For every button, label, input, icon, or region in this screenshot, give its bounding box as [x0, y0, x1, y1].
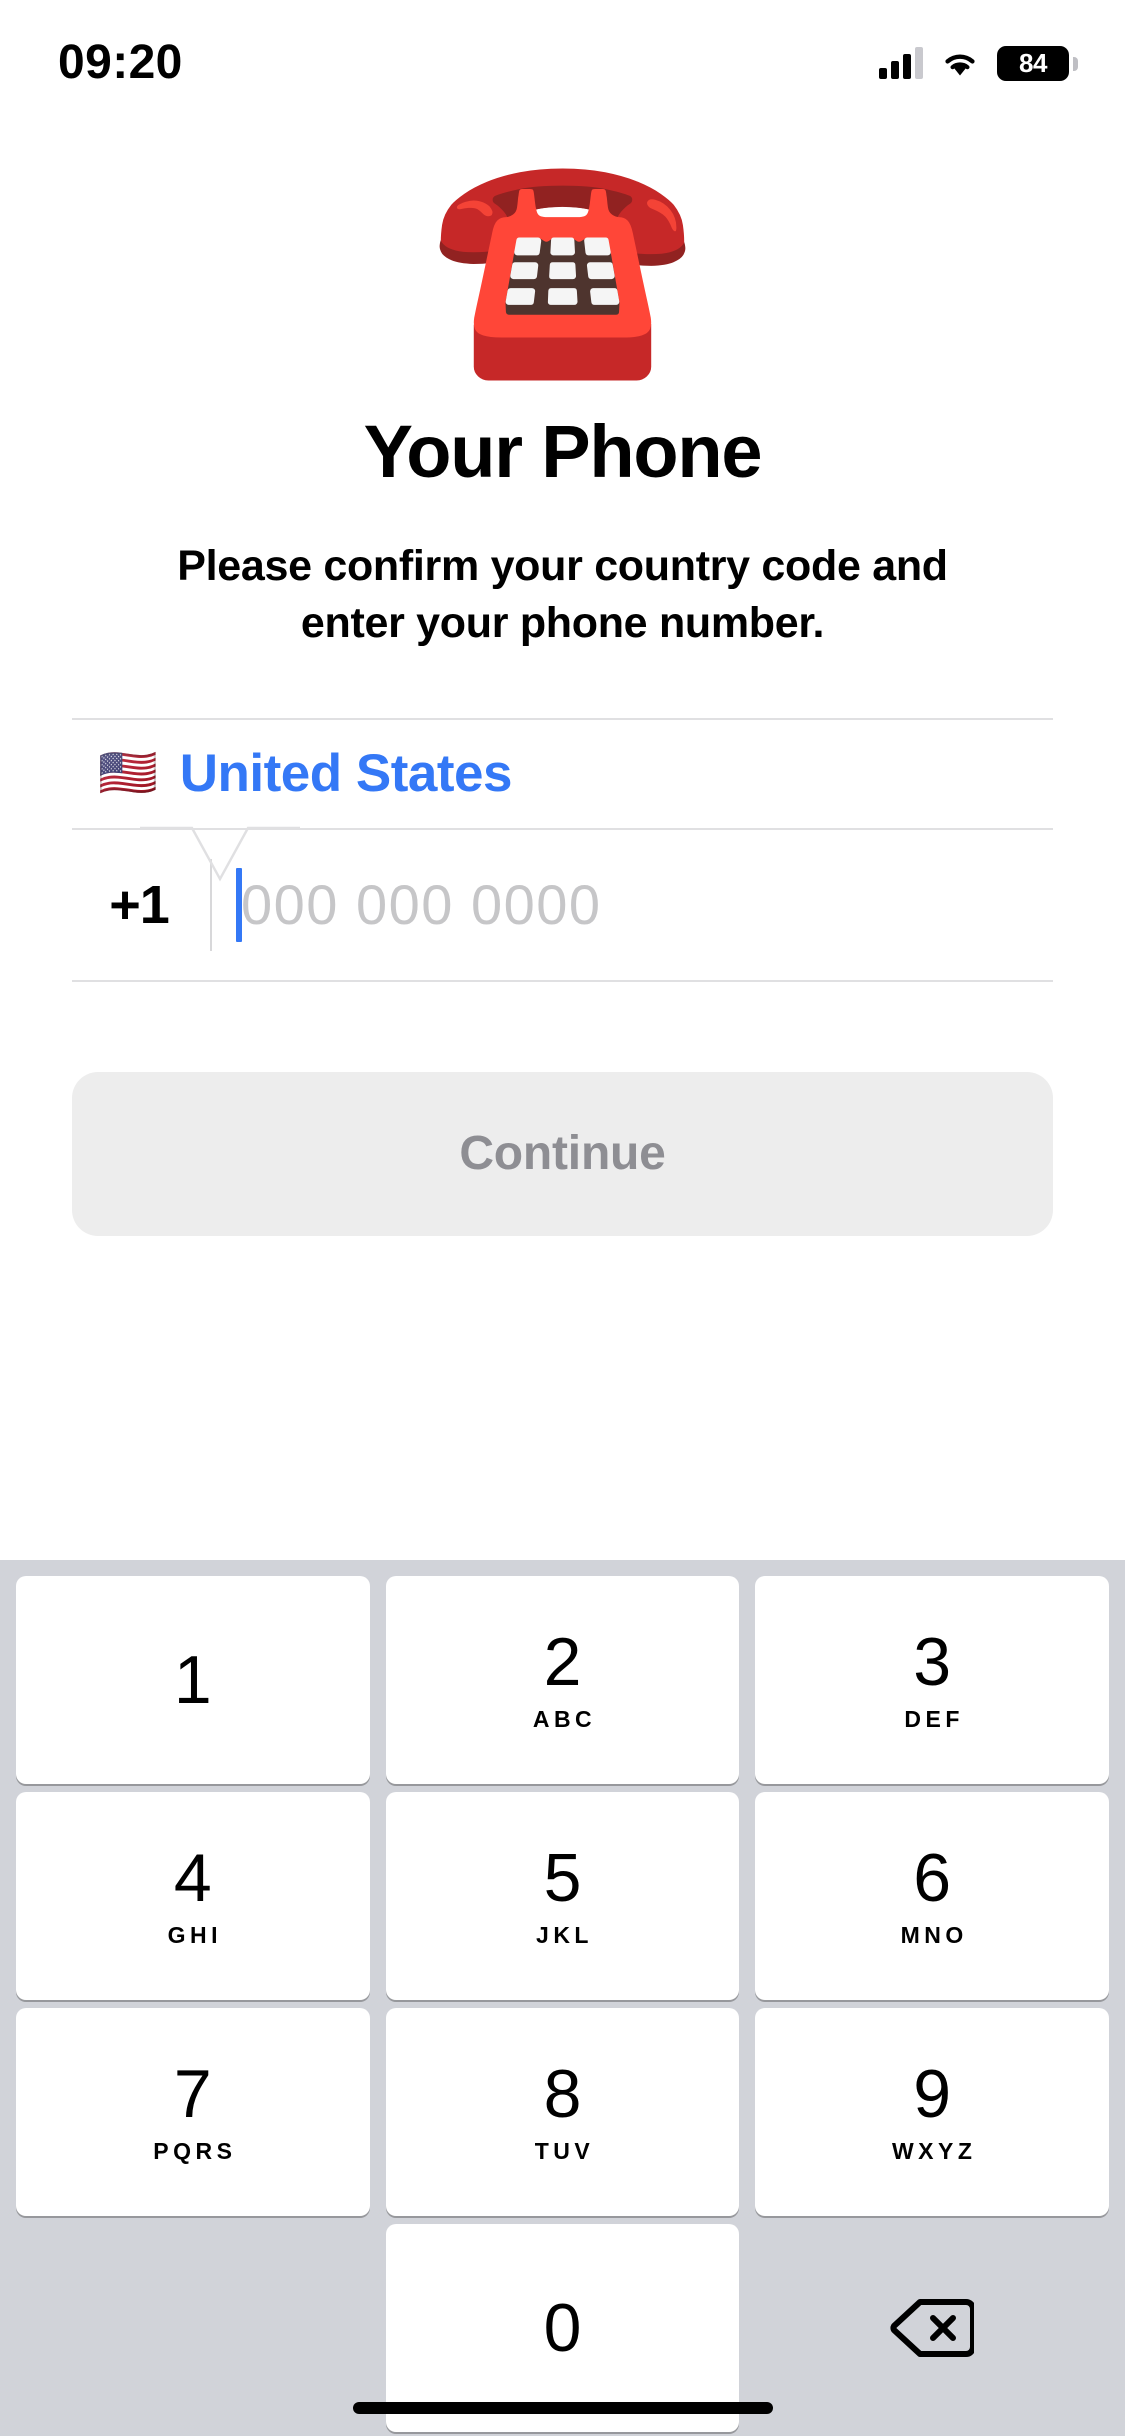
home-indicator: [352, 2402, 773, 2414]
key-8[interactable]: 8 TUV: [385, 2008, 740, 2216]
status-bar-indicators: 84: [879, 38, 1078, 81]
key-blank-spacer: [16, 2224, 370, 2432]
key-letters: DEF: [904, 1705, 964, 1732]
key-1[interactable]: 1: [16, 1576, 370, 1784]
continue-button[interactable]: Continue: [72, 1071, 1053, 1236]
phone-form: 🇺🇸 United States +1 000 000 0000 Continu…: [0, 717, 1125, 1236]
key-2[interactable]: 2 ABC: [385, 1576, 740, 1784]
key-delete[interactable]: [755, 2224, 1109, 2432]
status-bar: 09:20 84: [0, 0, 1125, 118]
key-letters: JKL: [536, 1921, 593, 1948]
key-digit: 1: [173, 1642, 212, 1718]
battery-level-label: 84: [1019, 48, 1047, 78]
wifi-icon: [940, 48, 980, 78]
flag-icon: 🇺🇸: [98, 746, 158, 800]
key-letters: WXYZ: [891, 2137, 977, 2164]
key-6[interactable]: 6 MNO: [755, 1792, 1110, 2000]
key-digit: 2: [543, 1623, 582, 1700]
divider-with-notch: [72, 826, 1053, 882]
page-subtitle: Please confirm your country code and ent…: [177, 541, 948, 647]
key-digit: 0: [543, 2290, 582, 2366]
key-letters: GHI: [167, 1921, 223, 1948]
phone-number-input[interactable]: 000 000 0000: [212, 867, 1053, 942]
country-name-label: United States: [179, 744, 513, 804]
key-digit: 4: [173, 1839, 212, 1916]
signal-bars-icon: [879, 47, 923, 79]
phone-number-entry-screen: 09:20 84 ☎️ Your Phone Please confirm yo…: [0, 0, 1125, 2436]
numeric-keypad: 1 2 ABC 3 DEF 4 GHI 5 JKL 6 MNO 7 PQRS 8…: [0, 1560, 1125, 2436]
key-4[interactable]: 4 GHI: [16, 1792, 370, 2000]
hero-section: ☎️ Your Phone Please confirm your countr…: [0, 118, 1125, 652]
keypad-row: 1 2 ABC 3 DEF: [8, 1576, 1117, 1784]
key-digit: 3: [913, 1623, 952, 1700]
key-9[interactable]: 9 WXYZ: [755, 2008, 1110, 2216]
key-letters: MNO: [900, 1921, 968, 1948]
battery-icon: 84: [997, 45, 1078, 81]
key-digit: 9: [913, 2055, 952, 2132]
key-digit: 6: [913, 1839, 952, 1916]
keypad-row: 4 GHI 5 JKL 6 MNO: [8, 1792, 1117, 2000]
country-selector[interactable]: 🇺🇸 United States: [72, 720, 1053, 828]
page-title: Your Phone: [363, 409, 763, 493]
keypad-row: 0: [8, 2224, 1117, 2432]
key-letters: TUV: [534, 2137, 595, 2164]
phone-input-placeholder: 000 000 0000: [241, 873, 602, 937]
key-0[interactable]: 0: [385, 2224, 740, 2432]
key-5[interactable]: 5 JKL: [385, 1792, 740, 2000]
key-letters: PQRS: [153, 2137, 237, 2164]
key-3[interactable]: 3 DEF: [755, 1576, 1110, 1784]
key-digit: 7: [173, 2055, 212, 2132]
key-7[interactable]: 7 PQRS: [16, 2008, 370, 2216]
keypad-row: 7 PQRS 8 TUV 9 WXYZ: [8, 2008, 1117, 2216]
key-letters: ABC: [532, 1705, 597, 1732]
status-bar-time: 09:20: [58, 36, 183, 89]
divider-bottom: [72, 979, 1053, 982]
key-digit: 5: [543, 1839, 582, 1916]
telephone-emoji: ☎️: [428, 141, 697, 382]
key-digit: 8: [543, 2055, 582, 2132]
backspace-icon: [890, 2299, 975, 2357]
